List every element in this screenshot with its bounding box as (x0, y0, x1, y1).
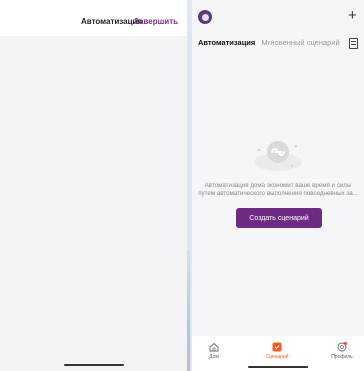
add-icon[interactable]: + (348, 8, 357, 23)
tab-instant-scene[interactable]: Мгновенный сценарий (261, 38, 339, 47)
nav-label-profile: Профиль (331, 354, 353, 360)
left-home-indicator (64, 364, 124, 366)
empty-state-message: Автоматизация дома экономит ваше время и… (198, 182, 358, 197)
home-icon (209, 342, 219, 352)
done-button[interactable]: Завершить (134, 17, 178, 26)
left-panel: Автоматизация Завершить (0, 0, 187, 371)
create-scene-button[interactable]: Создать сценарий (236, 208, 322, 228)
right-home-indicator (248, 366, 308, 368)
empty-state-illustration-icon (254, 141, 302, 171)
avatar-inner (201, 13, 209, 21)
avatar[interactable] (198, 10, 212, 24)
profile-icon (337, 342, 347, 352)
nav-label-scene: Сценарий (265, 354, 289, 360)
tab-bar: Автоматизация Мгновенный сценарий (198, 38, 340, 47)
nav-item-scene[interactable]: Сценарий (257, 342, 297, 360)
right-panel: + Автоматизация Мгновенный сценарий Авто… (192, 0, 364, 371)
left-page-title: Автоматизация (81, 17, 143, 26)
left-header: Автоматизация Завершить (0, 0, 187, 36)
scene-icon (272, 342, 282, 352)
left-content-area (7, 36, 187, 371)
nav-item-home[interactable]: Дом (194, 342, 234, 360)
nav-label-home: Дом (209, 354, 219, 360)
tab-automation[interactable]: Автоматизация (198, 38, 255, 47)
nav-item-profile[interactable]: Профиль (322, 342, 362, 360)
document-icon[interactable] (349, 38, 358, 49)
